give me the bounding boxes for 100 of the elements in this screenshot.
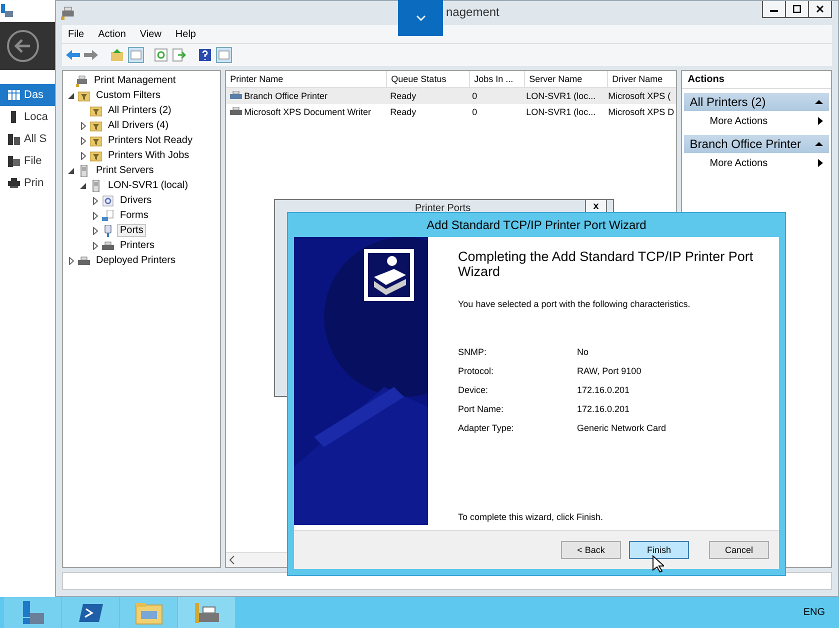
taskbar-button[interactable] [178,597,235,628]
field-label: Adapter Type: [458,423,515,433]
nav-item[interactable]: Prin [0,172,55,194]
server-manager-icon [1,4,13,18]
tree-item[interactable]: Deployed Printers [93,254,178,267]
app-icon [61,6,75,20]
field-label: Port Name: [458,404,505,414]
filter-folder-icon [90,104,102,116]
filter-folder-icon [90,150,102,162]
file-server-icon [8,155,20,167]
forward-icon[interactable] [84,49,98,61]
dashboard-icon [8,89,20,101]
maximize-button[interactable] [786,1,809,18]
field-value: No [577,347,590,357]
footer-text: To complete this wizard, click Finish. [458,512,604,522]
server-icon [90,180,102,192]
actions-group-header[interactable]: All Printers (2) [684,93,829,111]
print-management-icon [76,74,88,86]
export-icon[interactable] [172,48,186,62]
tree-item[interactable]: Drivers [117,194,155,207]
field-value: 172.16.0.201 [577,385,631,395]
nav-item[interactable]: Loca [0,106,55,128]
collapsed-icon[interactable] [92,242,98,250]
printer-icon [230,107,242,117]
dialog-title: Add Standard TCP/IP Printer Port Wizard [426,217,648,234]
tree-item[interactable]: Printers [117,239,158,252]
servers-icon [8,133,20,145]
collapsed-icon[interactable] [68,256,74,264]
field-value: RAW, Port 9100 [577,366,642,376]
table-cell: LON-SVR1 (loc... [526,91,596,101]
filter-folder-icon [90,120,102,132]
language-indicator[interactable]: ENG [803,607,825,618]
minimize-button[interactable] [762,1,786,18]
table-cell: 0 [472,107,478,117]
tree-item[interactable]: Ports [117,224,146,237]
back-icon[interactable] [66,49,80,61]
expanded-icon[interactable] [68,92,74,98]
table-cell: LON-SVR1 (loc... [526,107,596,117]
expanded-icon[interactable] [80,182,86,188]
tree-item[interactable]: Custom Filters [93,89,164,102]
collapsed-icon[interactable] [92,226,98,234]
field-label: Protocol: [458,366,495,376]
close-button[interactable] [809,1,832,18]
table-cell: Microsoft XPS Document Writer [244,107,372,117]
table-cell: Ready [390,107,416,117]
tree-item[interactable]: Forms [117,209,152,222]
collapsed-icon[interactable] [80,122,86,130]
field-label: Device: [458,385,490,395]
dialog-button[interactable]: < Back [561,541,621,559]
printer-icon [230,91,242,101]
collapsed-icon[interactable] [92,212,98,220]
dialog-button[interactable]: Cancel [709,541,769,559]
filter-folder-icon [78,90,90,102]
column-header[interactable]: Queue Status [387,71,470,87]
nav-item[interactable]: All S [0,128,55,150]
menu-item[interactable]: Action [98,28,126,40]
tree-item[interactable]: Printers With Jobs [105,149,192,162]
collapsed-icon[interactable] [80,152,86,160]
menu-item[interactable]: File [68,28,84,40]
nav-item[interactable]: File [0,150,55,172]
tree-item[interactable]: All Printers (2) [105,104,174,117]
action-item[interactable]: More Actions [682,153,831,173]
tree-item[interactable]: Print Servers [93,164,157,177]
tree-item[interactable]: All Drivers (4) [105,119,172,132]
back-icon[interactable] [6,29,40,63]
table-cell: Microsoft XPS ( [608,91,671,101]
action-item[interactable]: More Actions [682,111,831,131]
actions-title: Actions [682,71,831,89]
dialog-button[interactable]: Finish [629,541,689,559]
tree-item[interactable]: Printers Not Ready [105,134,196,147]
menu-item[interactable]: Help [175,28,196,40]
actions-group-header[interactable]: Branch Office Printer [684,135,829,153]
menu-item[interactable]: View [140,28,162,40]
collapsed-icon[interactable] [80,136,86,144]
console-tree-icon[interactable] [128,47,144,63]
refresh-icon[interactable] [154,48,168,62]
table-cell: 0 [472,91,478,101]
tree-item[interactable]: LON-SVR1 (local) [105,179,192,192]
expanded-icon[interactable] [68,168,74,174]
tree-item[interactable]: Print Management [91,74,179,87]
close-icon [816,5,824,13]
window-title: nagement [446,5,500,19]
collapse-icon[interactable] [815,141,823,147]
table-row[interactable]: Branch Office Printer Ready 0 LON-SVR1 (loc... Microsoft XPS ( [226,88,676,104]
collapse-icon[interactable] [815,99,823,105]
table-cell: Branch Office Printer [244,91,328,101]
field-value: 172.16.0.201 [577,404,631,414]
help-icon[interactable] [198,48,212,62]
ribbon-toggle-button[interactable] [398,0,443,36]
port-icon [102,224,114,236]
up-folder-icon[interactable] [110,48,124,62]
column-header[interactable]: Printer Name [226,71,388,87]
collapsed-icon[interactable] [92,196,98,204]
field-value: Generic Network Card [577,423,668,433]
taskbar-button[interactable] [4,597,61,628]
submenu-arrow-icon [818,159,823,167]
column-header[interactable]: Server Name [525,71,608,87]
column-header[interactable]: Jobs In ... [470,71,526,87]
taskbar-button[interactable] [62,597,119,628]
nav-item[interactable]: Das [0,84,55,106]
